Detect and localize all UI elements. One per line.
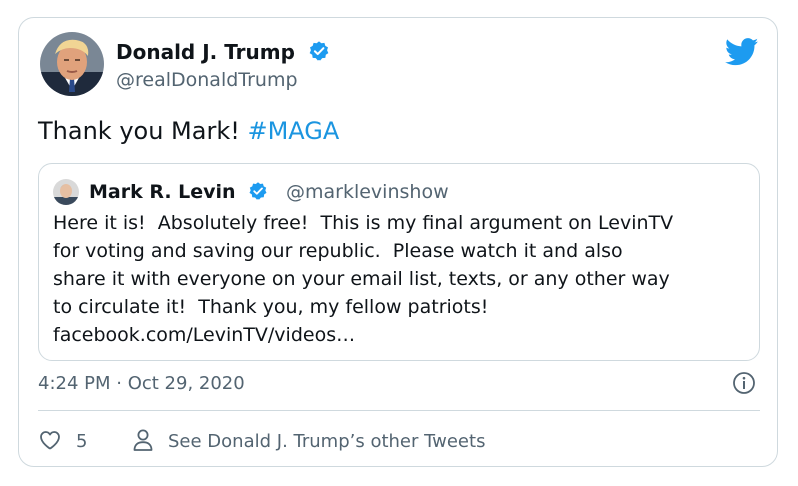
quoted-text-line: Here it is! Absolutely free! This is my … [53, 212, 674, 234]
tweet-timestamp[interactable]: 4:24 PM · Oct 29, 2020 [38, 373, 245, 395]
quoted-author-name-row[interactable]: Mark R. Levin [89, 180, 268, 207]
quoted-link[interactable]: facebook.com/LevinTV/videos… [53, 321, 753, 349]
like-button[interactable]: 5 [38, 428, 87, 452]
author-handle[interactable]: @realDonaldTrump [116, 68, 298, 92]
quoted-tweet-text: Here it is! Absolutely free! This is my … [53, 209, 753, 349]
quoted-tweet[interactable]: Mark R. Levin @marklevinshow Here it is!… [38, 163, 760, 361]
heart-icon [40, 431, 60, 450]
author-name-row[interactable]: Donald J. Trump [116, 40, 330, 67]
tweet-card[interactable]: Donald J. Trump @realDonaldTrump Thank y… [18, 17, 778, 467]
like-count: 5 [76, 431, 88, 452]
quoted-author-handle[interactable]: @marklevinshow [286, 180, 449, 204]
info-icon[interactable] [732, 371, 756, 399]
author-avatar[interactable] [40, 32, 104, 96]
quoted-text-line: to circulate it! Thank you, my fellow pa… [53, 296, 489, 318]
see-other-tweets-link[interactable]: See Donald J. Trump’s other Tweets [132, 428, 485, 452]
quoted-author-name[interactable]: Mark R. Levin [89, 181, 236, 203]
author-name[interactable]: Donald J. Trump [116, 40, 295, 64]
see-other-tweets-label[interactable]: See Donald J. Trump’s other Tweets [168, 431, 485, 452]
quoted-text-line: share it with everyone on your email lis… [53, 268, 670, 290]
tweet-text-body: Thank you Mark! [38, 117, 248, 145]
verified-badge-icon [248, 181, 268, 207]
hashtag-link[interactable]: #MAGA [247, 117, 339, 145]
quoted-text-line: for voting and saving our republic. Plea… [53, 240, 623, 262]
quoted-author-avatar[interactable] [53, 179, 79, 205]
verified-badge-icon [308, 40, 330, 67]
tweet-text: Thank you Mark! #MAGA [38, 116, 339, 146]
twitter-bird-icon[interactable] [724, 38, 759, 70]
divider [38, 410, 760, 411]
person-icon [133, 429, 153, 451]
